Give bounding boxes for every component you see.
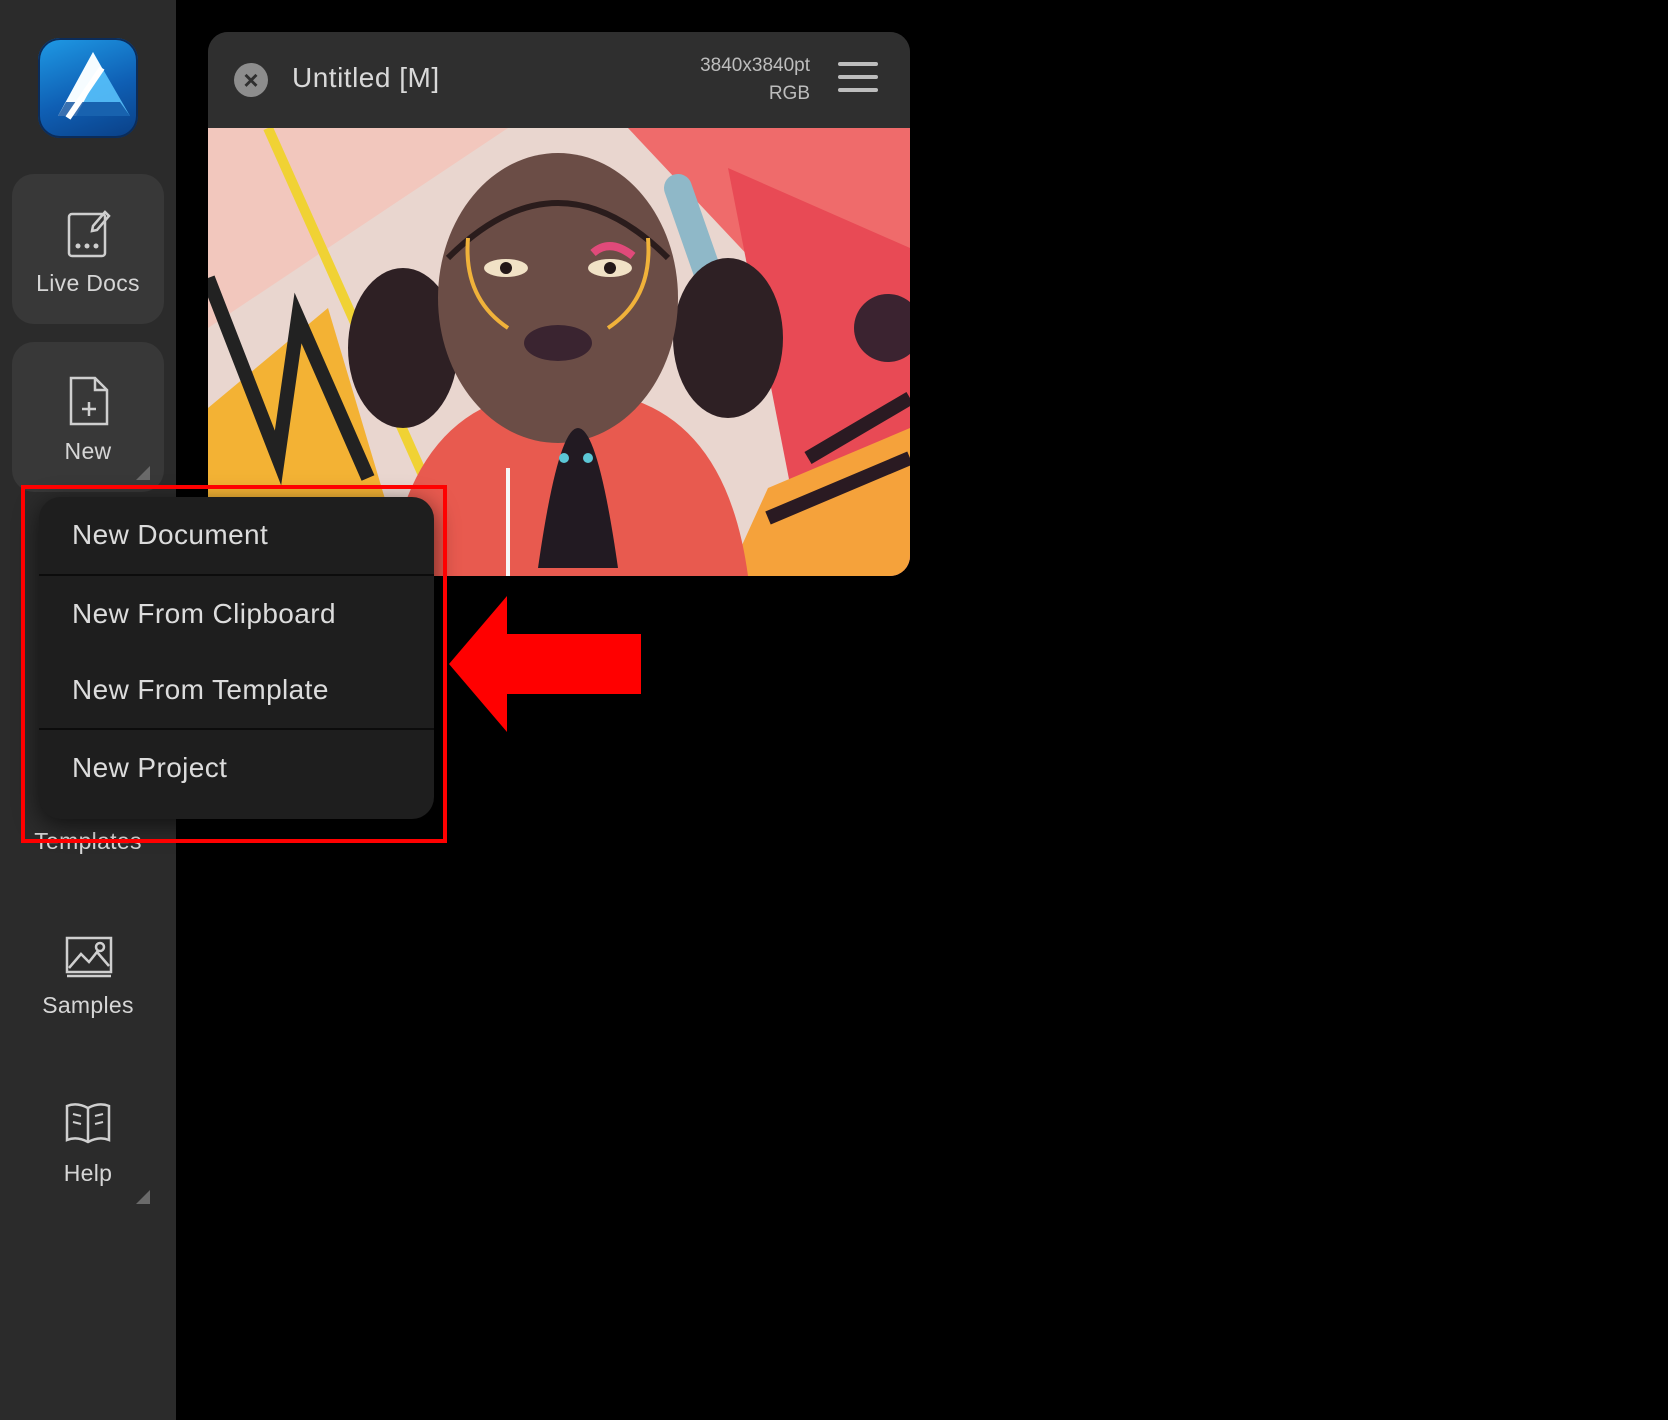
highlight-box bbox=[21, 485, 447, 843]
document-color-mode: RGB bbox=[768, 83, 810, 104]
document-header: × Untitled [M] 3840x3840pt RGB bbox=[208, 32, 910, 128]
sidebar-item-label: Live Docs bbox=[36, 270, 140, 296]
samples-icon bbox=[65, 936, 113, 978]
new-document-icon bbox=[69, 376, 109, 426]
document-info: 3840x3840pt RGB bbox=[700, 52, 810, 108]
submenu-indicator-icon bbox=[136, 1190, 150, 1204]
red-arrow-icon bbox=[449, 596, 641, 732]
document-title: Untitled [M] bbox=[292, 62, 440, 93]
help-book-icon bbox=[65, 1103, 111, 1144]
sidebar-item-label: Help bbox=[63, 1160, 113, 1186]
affinity-logo-icon bbox=[38, 38, 138, 138]
sidebar-item-samples[interactable]: Samples bbox=[12, 896, 164, 1046]
sidebar-item-label: Samples bbox=[42, 992, 134, 1018]
live-docs-icon bbox=[67, 210, 111, 258]
hamburger-menu-icon[interactable] bbox=[838, 62, 878, 96]
sidebar-item-label: New bbox=[64, 438, 112, 464]
document-dimensions: 3840x3840pt bbox=[700, 55, 810, 76]
sidebar-item-live-docs[interactable]: Live Docs bbox=[12, 174, 164, 324]
submenu-indicator-icon bbox=[136, 466, 150, 480]
close-icon[interactable]: × bbox=[234, 63, 268, 97]
